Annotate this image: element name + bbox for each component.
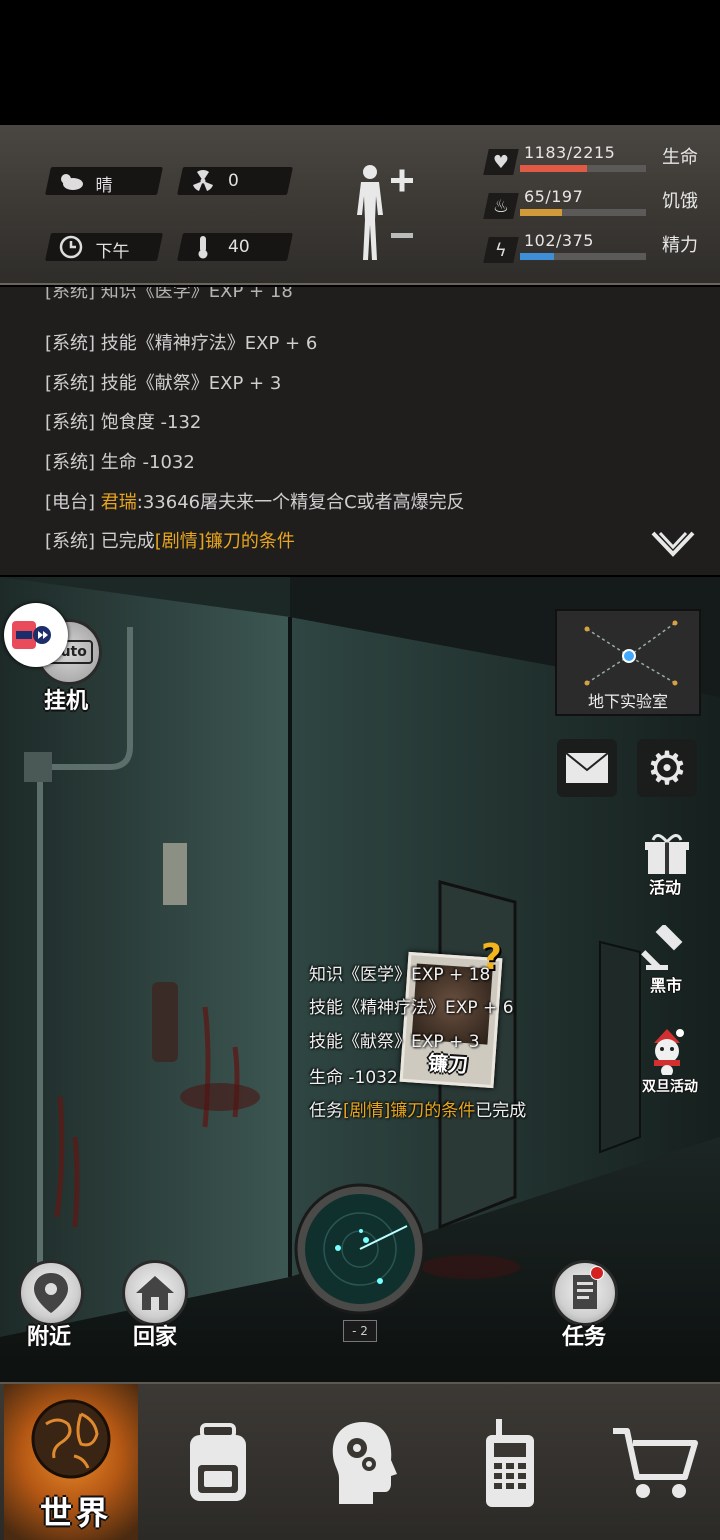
time-text: 下午 [95,242,130,262]
float-notice: 知识《医学》EXP + 18 [309,965,491,985]
hunger-value: 65/197 [524,187,584,206]
float-notice: 技能《献祭》EXP + 3 [309,1032,480,1052]
auto-idle-label: 挂机 [44,689,89,714]
temperature-stat: 40 [177,233,293,261]
float-notice: 技能《精神疗法》EXP + 6 [309,998,514,1018]
radar-scan-button[interactable] [293,1182,427,1316]
hunger-label: 饥饿 [662,191,698,212]
energy-bar: ϟ 102/375 精力 [480,231,710,267]
home-icon [136,1276,174,1310]
message-log[interactable]: [系统] 知识《医学》EXP + 18 [系统] 技能《精神疗法》EXP + 6… [0,287,720,575]
health-bar: ♥ 1183/2215 生命 [480,143,710,179]
events-button[interactable]: 活动 [640,832,694,898]
tasks-button[interactable] [552,1260,618,1326]
weather-text: 晴 [95,176,113,196]
radiation-value: 0 [228,171,239,191]
floating-assistant-icon[interactable] [4,603,68,667]
nearby-label: 附近 [27,1325,72,1350]
heart-icon: ♥ [483,149,519,175]
weather-stat: 晴 [45,167,163,196]
energy-label: 精力 [662,235,698,256]
tab-inventory[interactable] [168,1384,268,1540]
mail-icon[interactable] [557,739,617,797]
bottom-nav: 世界 [0,1382,720,1540]
tasks-label: 任务 [562,1325,607,1350]
energy-icon: ϟ [483,237,519,263]
log-line: [系统] 已完成[剧情]镰刀的条件 [45,531,295,552]
health-value: 1183/2215 [524,143,616,162]
clock-icon [58,235,84,259]
chevron-down-icon[interactable] [650,530,696,560]
game-scene[interactable]: auto 挂机 地下实验室 ⚙ 活动 黑市 双旦活动 镰刀 ? 知识《医学》EX… [0,577,720,1382]
tab-radio[interactable] [470,1384,550,1540]
walkie-talkie-icon [486,1419,534,1507]
minimap-graph [584,620,678,686]
status-panel: 晴 0 下午 40 ♥ 1183/2215 生命 ♨ 65/197 饥饿 ϟ 1… [0,125,720,285]
snowman-icon [654,1029,684,1077]
home-button[interactable] [122,1260,188,1326]
log-line: [系统] 技能《献祭》EXP + 3 [45,373,282,394]
world-label: 世界 [40,1494,113,1532]
quest-link: [剧情]镰刀的条件 [154,531,295,552]
holiday-event-button[interactable]: 双旦活动 [640,1027,698,1099]
gift-icon [645,834,689,874]
holiday-event-label: 双旦活动 [642,1079,698,1095]
log-line-radio: [电台] 君瑞:33646屠夫来一个精复合C或者高爆完反 [45,492,465,513]
gear-icon[interactable]: ⚙ [637,739,697,797]
black-market-button[interactable]: 黑市 [640,923,694,995]
nearby-button[interactable] [18,1260,84,1326]
radio-sender: 君瑞 [100,492,137,513]
float-notice: 任务[剧情]镰刀的条件已完成 [309,1101,527,1121]
log-line: [系统] 生命 -1032 [45,452,195,473]
tab-skills[interactable] [318,1384,408,1540]
tab-world[interactable]: 世界 [4,1384,138,1540]
black-market-label: 黑市 [650,976,683,995]
hunger-bar: ♨ 65/197 饥饿 [480,187,710,223]
float-notice: 生命 -1032 [309,1068,398,1088]
cloudy-icon [58,169,84,193]
character-body-button[interactable] [345,160,425,270]
notification-dot [590,1266,604,1280]
radar-level: - 2 [343,1320,377,1342]
thermometer-icon [190,235,216,259]
log-line: [系统] 技能《精神疗法》EXP + 6 [45,333,318,354]
backpack-icon [190,1423,246,1501]
health-fill [520,165,588,172]
head-gears-icon [332,1422,397,1504]
minimap[interactable]: 地下实验室 [555,609,701,716]
log-line: [系统] 知识《医学》EXP + 18 [45,287,293,302]
radiation-icon [190,169,216,193]
location-pin-icon [34,1273,68,1313]
energy-value: 102/375 [524,231,594,250]
globe-icon [31,1399,111,1479]
hunger-fill [520,209,562,216]
log-line: [系统] 饱食度 -132 [45,412,202,433]
stomach-icon: ♨ [483,193,519,219]
gavel-icon [641,923,683,970]
home-label: 回家 [133,1325,178,1350]
location-name: 地下实验室 [587,692,668,711]
tab-shop[interactable] [600,1384,710,1540]
shopping-cart-icon [613,1428,698,1498]
events-label: 活动 [649,878,682,897]
health-label: 生命 [662,147,698,168]
time-stat: 下午 [45,233,163,262]
radiation-stat: 0 [177,167,293,195]
energy-fill [520,253,555,260]
temperature-value: 40 [228,237,250,257]
